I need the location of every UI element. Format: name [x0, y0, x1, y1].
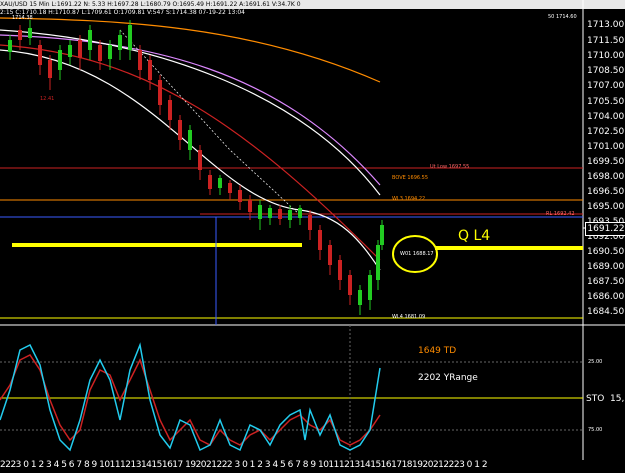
price-tick: 1711.50 — [587, 36, 625, 46]
price-tick: 1713.00 — [587, 20, 625, 30]
w01-label: W01 1688.17 — [400, 251, 434, 257]
price-tick: 1710.00 — [587, 51, 625, 61]
price-axis[interactable]: 1713.00 1711.50 1710.00 1708.50 1707.00 … — [583, 0, 625, 325]
td-label: 1649 TD — [418, 346, 457, 356]
price-tick: 1698.00 — [587, 172, 625, 182]
sto-level-high: 25.00 — [588, 359, 603, 365]
sto-level-low: 75.00 — [588, 427, 603, 433]
price-tick: 1705.50 — [587, 97, 625, 107]
orange-ma — [0, 17, 381, 83]
wl3-label: WL3 1694.22 — [392, 196, 426, 202]
price-tick: 1690.50 — [587, 247, 625, 257]
wl4-label: WL4 1681.09 — [392, 314, 426, 320]
sto-value: 15, — [610, 394, 625, 404]
corner-price-label: 1714.38 — [12, 15, 33, 21]
price-tick: 1684.50 — [587, 307, 625, 317]
price-tick: 1702.50 — [587, 127, 625, 137]
ul-low-label: Ut Low 1697.55 — [430, 164, 470, 170]
price-tick: 1696.50 — [587, 187, 625, 197]
rl-label: RL 1692.42 — [546, 211, 575, 217]
price-tick: 1687.50 — [587, 277, 625, 287]
price-tick: 1699.50 — [587, 157, 625, 167]
chart-canvas[interactable] — [0, 0, 625, 473]
yrange-label: 2202 YRange — [418, 373, 478, 383]
top-right-label: 50 1714.60 — [548, 14, 577, 20]
bove-label: BOVE 1696.55 — [392, 175, 429, 181]
price-tick: 1707.00 — [587, 81, 625, 91]
price-tick: 1686.00 — [587, 292, 625, 302]
pink-ma — [0, 34, 381, 186]
price-tick: 1695.00 — [587, 202, 625, 212]
price-tick: 1704.00 — [587, 112, 625, 122]
sto-label: STO — [586, 394, 605, 404]
white-ma-1 — [0, 29, 381, 196]
price-tick: 1701.00 — [587, 142, 625, 152]
current-price-box: 1691.22 — [585, 222, 625, 236]
price-tick: 1689.00 — [587, 262, 625, 272]
time-axis: 2223 0 1 2 3 4 5 6 7 8 9 101112131415161… — [0, 460, 488, 470]
left-low-label: 12.41 — [40, 96, 55, 102]
ql4-annotation: Q L4 — [458, 228, 491, 244]
price-tick: 1708.50 — [587, 66, 625, 76]
